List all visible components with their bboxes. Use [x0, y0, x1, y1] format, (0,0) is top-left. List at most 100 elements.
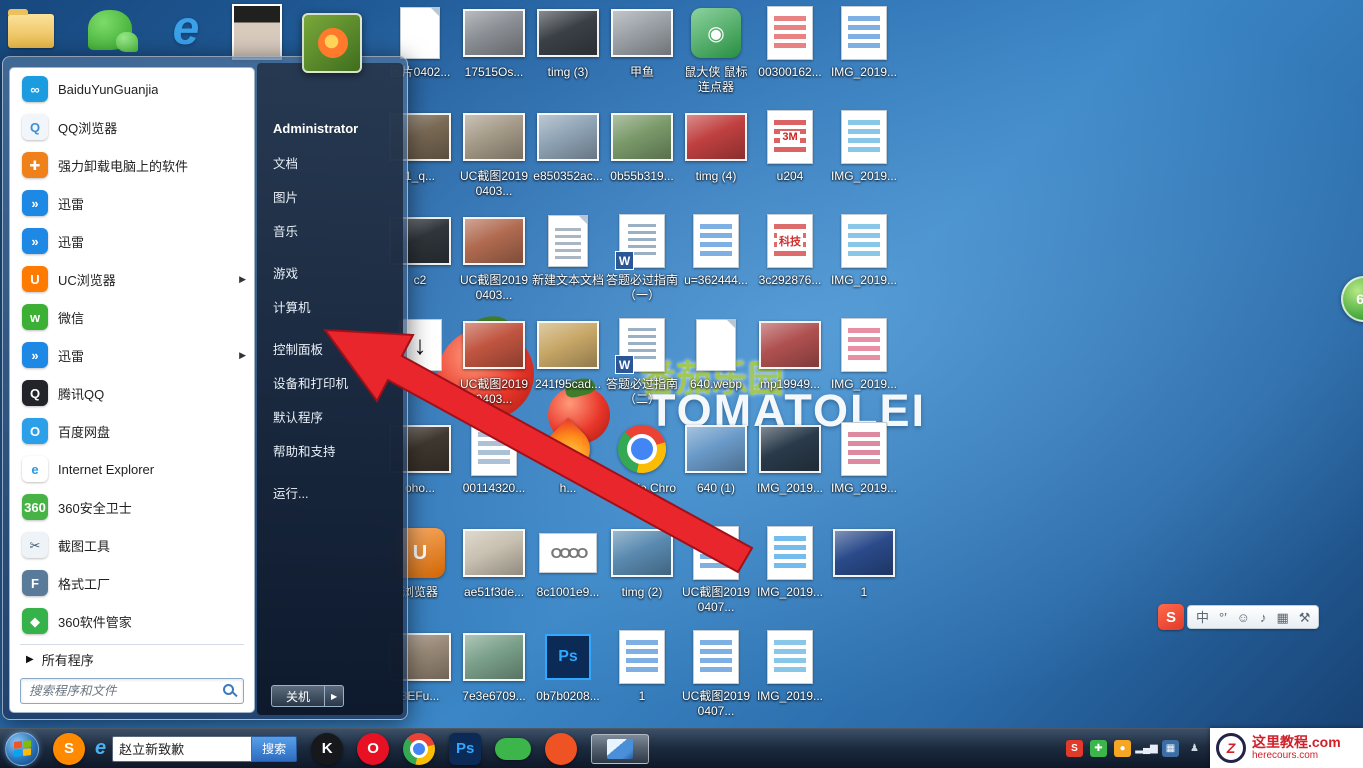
start-menu-program-item[interactable]: U UC浏览器 ▶ [10, 260, 254, 298]
safety-tray-icon[interactable]: ✚ [1090, 740, 1107, 757]
desktop-icon[interactable]: UC截图20190407... [680, 524, 752, 628]
start-menu-place-item[interactable]: 游戏 [257, 255, 403, 289]
start-menu-place-item[interactable]: 音乐 [257, 213, 403, 247]
sogou-toolbar-icon[interactable]: °′ [1219, 611, 1227, 624]
start-menu-program-item[interactable]: » 迅雷 [10, 222, 254, 260]
desktop-icon[interactable]: 640 (1) [680, 420, 752, 524]
desktop-icon[interactable]: W 答题必过指南（二） [606, 316, 678, 420]
wechat-icon[interactable] [88, 10, 132, 50]
desktop-icon[interactable]: OOOO 8c1001e9... [532, 524, 604, 628]
desktop-icon[interactable]: IMG_2019... [754, 420, 826, 524]
desktop-icon[interactable]: h... [532, 420, 604, 524]
update-tray-icon[interactable]: ● [1114, 740, 1131, 757]
sogou-icon[interactable]: S [1158, 604, 1184, 630]
desktop-icon[interactable]: 00114320... [458, 420, 530, 524]
desktop-icon[interactable]: IMG_2019... [828, 420, 900, 524]
desktop-icon[interactable]: Ps 0b7b0208... [532, 628, 604, 732]
sogou-toolbar-icon[interactable]: ⚒ [1299, 611, 1311, 624]
desktop-icon[interactable]: ◉ 鼠大侠 鼠标连点器 [680, 4, 752, 108]
start-menu-place-item[interactable]: Administrator [257, 111, 403, 145]
desktop-icon[interactable]: mp19949... [754, 316, 826, 420]
open-window-button[interactable] [591, 734, 649, 764]
desktop-icon[interactable]: 3M u204 [754, 108, 826, 212]
start-menu-program-item[interactable]: Q QQ浏览器 [10, 108, 254, 146]
red-app-icon[interactable] [545, 733, 577, 765]
start-menu-program-item[interactable]: ∞ BaiduYunGuanjia [10, 70, 254, 108]
start-menu-program-item[interactable]: ◆ 360软件管家 [10, 602, 254, 640]
desktop-icon[interactable]: 1 [828, 524, 900, 628]
start-menu-place-item[interactable]: 计算机 [257, 289, 403, 323]
desktop-icon[interactable]: IMG_2019... [754, 524, 826, 628]
shutdown-button[interactable]: 关机 [271, 685, 324, 707]
desktop-icon[interactable]: UC截图20190403... [458, 212, 530, 316]
start-menu-place-item[interactable]: 设备和打印机 [257, 365, 403, 399]
desktop-icon[interactable]: 新建文本文档 [532, 212, 604, 316]
desktop-icon[interactable]: UC截图20190407... [680, 628, 752, 732]
start-menu-place-item[interactable]: 运行... [257, 475, 403, 509]
sogou-toolbar-icon[interactable]: 中 [1196, 611, 1209, 624]
start-menu-program-item[interactable]: 360 360安全卫士 [10, 488, 254, 526]
sogou-tray-icon[interactable]: S [1066, 740, 1083, 757]
desktop-icon[interactable]: UC截图20190403... [458, 108, 530, 212]
desktop-icon[interactable]: 1 [606, 628, 678, 732]
desktop-icon[interactable]: ae51f3de... [458, 524, 530, 628]
sogou-toolbar-icon[interactable]: ▦ [1276, 611, 1288, 624]
ie-icon[interactable]: e [160, 0, 212, 56]
shutdown-options-arrow[interactable]: ▶ [324, 685, 344, 707]
taskbar-search-input[interactable] [112, 736, 252, 762]
start-menu-program-item[interactable]: F 格式工厂 [10, 564, 254, 602]
user-avatar[interactable] [302, 13, 362, 73]
desktop-icon[interactable]: W 答题必过指南（一） [606, 212, 678, 316]
desktop-icon[interactable]: Google Chrome [606, 420, 678, 524]
network-tray-icon[interactable]: ▂▄▆ [1138, 740, 1155, 757]
start-search-input[interactable] [20, 678, 244, 704]
portrait-photo-icon[interactable] [232, 4, 282, 60]
start-menu-place-item[interactable]: 文档 [257, 145, 403, 179]
start-button[interactable] [5, 732, 39, 766]
sogou-browser-icon[interactable]: S [53, 733, 85, 765]
start-menu-program-item[interactable]: ✚ 强力卸载电脑上的软件 [10, 146, 254, 184]
k-app-icon[interactable]: K [311, 733, 343, 765]
desktop-icon[interactable]: IMG_2019... [828, 212, 900, 316]
photoshop-icon[interactable]: Ps [449, 733, 481, 765]
desktop-icon[interactable]: 00300162... [754, 4, 826, 108]
desktop-icon[interactable]: IMG_2019... [828, 4, 900, 108]
green-app-icon[interactable] [495, 738, 531, 760]
sogou-toolbar-icon[interactable]: ♪ [1260, 611, 1267, 624]
all-programs-button[interactable]: ▶ 所有程序 [10, 647, 254, 672]
desktop-icon[interactable]: UC截图20190403... [458, 316, 530, 420]
input-keyboard-tray-icon[interactable]: ▦ [1162, 740, 1179, 757]
start-menu-program-item[interactable]: O 百度网盘 [10, 412, 254, 450]
opera-icon[interactable]: O [357, 733, 389, 765]
desktop-icon[interactable]: IMG_2019... [828, 108, 900, 212]
ie-icon[interactable]: e [95, 737, 106, 760]
desktop-icon[interactable]: timg (4) [680, 108, 752, 212]
chrome-icon[interactable] [403, 733, 435, 765]
start-menu-program-item[interactable]: ✂ 截图工具 [10, 526, 254, 564]
start-menu-place-item[interactable]: 图片 [257, 179, 403, 213]
desktop-icon[interactable]: 科技 3c292876... [754, 212, 826, 316]
desktop-icon[interactable]: IMG_2019... [754, 628, 826, 732]
start-menu-program-item[interactable]: Q 腾讯QQ [10, 374, 254, 412]
start-menu-place-item[interactable]: 默认程序 [257, 399, 403, 433]
start-menu-program-item[interactable]: e Internet Explorer [10, 450, 254, 488]
desktop-icon[interactable]: timg (3) [532, 4, 604, 108]
desktop-icon[interactable]: 241f95cad... [532, 316, 604, 420]
taskbar-search-button[interactable]: 搜索 [252, 736, 297, 762]
desktop-icon[interactable]: 甲鱼 [606, 4, 678, 108]
desktop-icon[interactable]: 0b55b319... [606, 108, 678, 212]
desktop-icon[interactable]: timg (2) [606, 524, 678, 628]
desktop-icon[interactable]: e850352ac... [532, 108, 604, 212]
start-menu-program-item[interactable]: » 迅雷 ▶ [10, 336, 254, 374]
user-tray-icon[interactable]: ♟ [1186, 740, 1203, 757]
desktop-icon[interactable]: 17515Os... [458, 4, 530, 108]
start-menu-program-item[interactable]: » 迅雷 [10, 184, 254, 222]
desktop-icon[interactable]: 640.webp [680, 316, 752, 420]
start-menu-place-item[interactable]: 帮助和支持 [257, 433, 403, 467]
start-menu-program-item[interactable]: w 微信 [10, 298, 254, 336]
sogou-toolbar-icon[interactable]: ☺ [1237, 611, 1250, 624]
desktop-icon[interactable]: u=362444... [680, 212, 752, 316]
desktop-icon[interactable]: IMG_2019... [828, 316, 900, 420]
start-menu-place-item[interactable]: 控制面板 [257, 331, 403, 365]
folder-icon[interactable] [8, 14, 54, 48]
